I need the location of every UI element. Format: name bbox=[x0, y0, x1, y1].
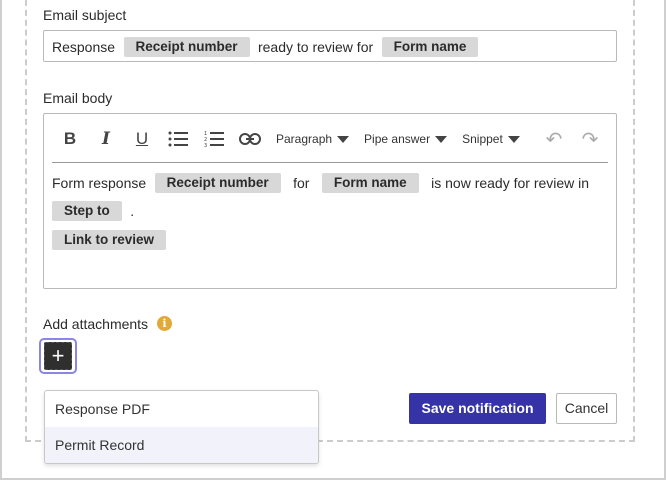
link-icon[interactable] bbox=[232, 128, 268, 150]
italic-icon[interactable]: I bbox=[88, 128, 124, 150]
add-attachment-focus-ring: + bbox=[39, 338, 77, 374]
email-subject-field[interactable]: Response Receipt number ready to review … bbox=[43, 30, 617, 62]
menu-item-response-pdf[interactable]: Response PDF bbox=[45, 391, 318, 427]
body-chip-receipt-number[interactable]: Receipt number bbox=[154, 173, 281, 193]
pipe-answer-dropdown[interactable]: Pipe answer bbox=[364, 132, 448, 146]
toolbar-divider bbox=[52, 162, 608, 163]
paragraph-dropdown[interactable]: Paragraph bbox=[276, 132, 350, 146]
attachment-type-menu: Response PDF Permit Record bbox=[44, 390, 319, 464]
body-chip-step-to[interactable]: Step to bbox=[52, 201, 122, 221]
body-text: is now ready for review in bbox=[431, 175, 590, 191]
body-chip-link-to-review[interactable]: Link to review bbox=[52, 230, 167, 250]
svg-text:3: 3 bbox=[204, 143, 207, 148]
subject-text-before: Response bbox=[52, 39, 116, 55]
email-body-editor[interactable]: B I U 123 Paragraph Pipe answer Snippet … bbox=[43, 113, 617, 289]
chevron-down-icon bbox=[435, 135, 448, 143]
bold-icon[interactable]: B bbox=[52, 128, 88, 150]
paragraph-label: Paragraph bbox=[276, 132, 333, 146]
body-text: for bbox=[293, 175, 310, 191]
menu-item-permit-record[interactable]: Permit Record bbox=[45, 427, 318, 463]
info-icon[interactable]: i bbox=[157, 316, 172, 331]
body-text: . bbox=[130, 203, 135, 219]
subject-chip-form-name[interactable]: Form name bbox=[381, 37, 479, 57]
snippet-dropdown[interactable]: Snippet bbox=[462, 132, 520, 146]
numbered-list-icon[interactable]: 123 bbox=[196, 128, 232, 150]
bullet-list-icon[interactable] bbox=[160, 128, 196, 150]
subject-content: Response Receipt number ready to review … bbox=[52, 37, 482, 57]
add-attachment-button[interactable]: + bbox=[44, 342, 72, 370]
body-line-1: Form response Receipt number for Form na… bbox=[52, 173, 589, 193]
email-body-label: Email body bbox=[43, 90, 113, 106]
subject-chip-receipt-number[interactable]: Receipt number bbox=[123, 37, 250, 57]
underline-icon[interactable]: U bbox=[124, 128, 160, 150]
body-line-2: Step to . bbox=[48, 201, 134, 221]
editor-toolbar: B I U 123 Paragraph Pipe answer Snippet … bbox=[52, 128, 608, 151]
save-notification-button[interactable]: Save notification bbox=[409, 393, 546, 424]
body-chip-form-name[interactable]: Form name bbox=[321, 173, 419, 193]
subject-text-middle: ready to review for bbox=[257, 39, 374, 55]
body-text: Form response bbox=[52, 175, 147, 191]
snippet-label: Snippet bbox=[462, 132, 503, 146]
body-line-3: Link to review bbox=[48, 230, 170, 250]
pipe-answer-label: Pipe answer bbox=[364, 132, 431, 146]
chevron-down-icon bbox=[337, 135, 350, 143]
email-subject-label: Email subject bbox=[43, 7, 127, 23]
undo-icon[interactable]: ↶ bbox=[536, 128, 572, 151]
chevron-down-icon bbox=[507, 135, 520, 143]
add-attachments-label: Add attachments bbox=[43, 316, 149, 332]
cancel-button[interactable]: Cancel bbox=[556, 393, 617, 424]
redo-icon[interactable]: ↷ bbox=[572, 128, 608, 151]
